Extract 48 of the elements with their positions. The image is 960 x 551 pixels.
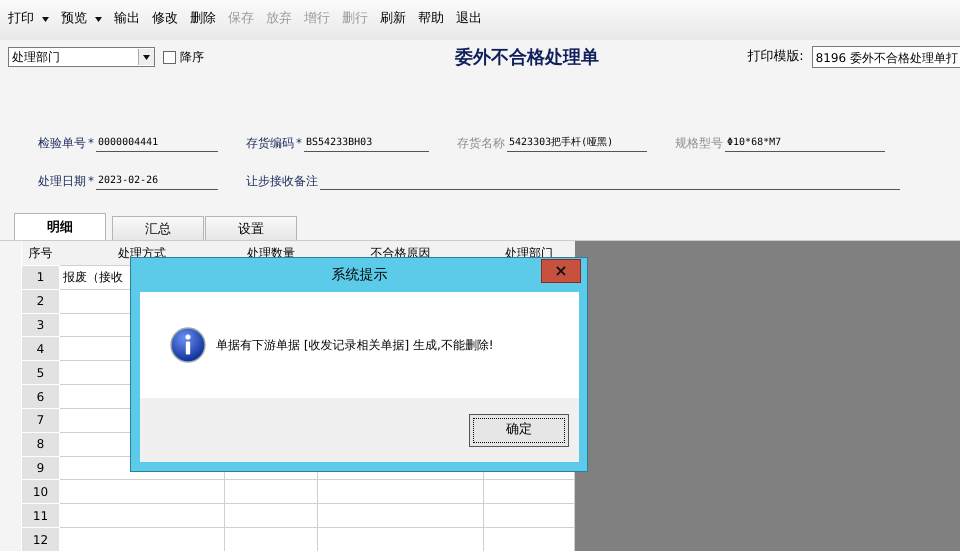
row-number: 10 (22, 480, 60, 504)
info-icon (170, 327, 206, 363)
toolbar-button[interactable]: 退出 (452, 8, 486, 30)
column-header: 序号 (22, 241, 60, 266)
row-number: 3 (22, 313, 60, 337)
close-button[interactable]: × (541, 259, 581, 283)
template-field[interactable]: 8196 委外不合格处理单打 (812, 46, 960, 68)
row-number: 6 (22, 384, 60, 408)
toolbar-button[interactable]: 修改 (148, 8, 182, 30)
row-number: 12 (22, 528, 60, 551)
checkbox[interactable] (163, 50, 176, 64)
row-number: 2 (22, 289, 60, 314)
row-number: 11 (22, 504, 60, 528)
sort-dropdown[interactable]: 处理部门 (8, 47, 155, 67)
field-label: 存货编码 (246, 135, 294, 152)
dialog-title: 系统提示 (332, 266, 388, 284)
input-field[interactable]: 0000004441 (96, 135, 218, 152)
required-mark: * (296, 135, 302, 152)
toolbar-button[interactable]: 输出 (110, 8, 144, 30)
toolbar-button[interactable]: 刷新 (376, 8, 410, 30)
row-number: 4 (22, 336, 60, 361)
row-number: 1 (22, 265, 60, 290)
tab[interactable]: 明细 (14, 213, 106, 240)
form-title: 委外不合格处理单 (454, 46, 600, 70)
toolbar-button[interactable]: 打印 (4, 8, 53, 30)
toolbar-button[interactable]: 预览 (57, 8, 106, 30)
tab[interactable]: 汇总 (112, 216, 204, 240)
row-number: 7 (22, 408, 60, 432)
row-number: 8 (22, 432, 60, 456)
required-mark: * (88, 135, 94, 152)
input-field[interactable]: BS54233BH03 (304, 135, 429, 152)
field-label: 检验单号 (38, 135, 86, 152)
template-label: 打印模版: (747, 48, 804, 66)
tab[interactable]: 设置 (205, 216, 297, 240)
field-label: 存货名称 (457, 135, 505, 152)
field-label: 处理日期 (38, 173, 86, 190)
ok-button[interactable]: 确定 (469, 414, 569, 446)
field-label: 让步接收备注 (246, 173, 318, 190)
caret-icon (143, 54, 150, 60)
checkbox-label: 降序 (180, 49, 204, 66)
field-label: 规格型号 (675, 135, 723, 152)
row-number: 9 (22, 456, 60, 480)
required-mark: * (88, 173, 94, 190)
input-field[interactable]: 2023-02-26 (96, 173, 218, 190)
dialog-message: 单据有下游单据 [收发记录相关单据] 生成,不能删除! (216, 337, 494, 354)
row-number: 5 (22, 360, 60, 385)
toolbar-button[interactable]: 删除 (186, 8, 220, 30)
toolbar-button[interactable]: 帮助 (414, 8, 448, 30)
